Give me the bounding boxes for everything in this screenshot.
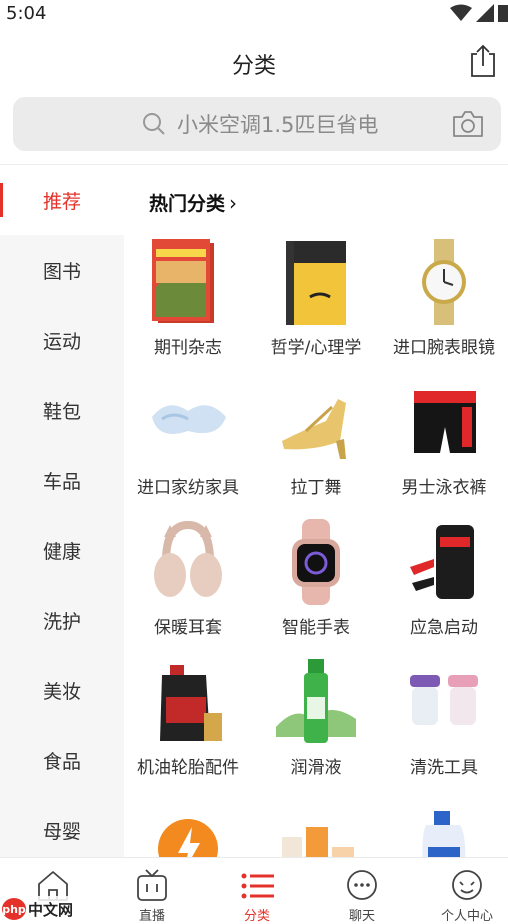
tab-label: 分类	[243, 909, 270, 924]
sidebar-item-label: 洗护	[42, 610, 81, 633]
tab-chat[interactable]: 聊天	[312, 858, 412, 924]
category-item[interactable]: 润滑液	[252, 653, 380, 793]
page-title: 分类	[231, 54, 276, 79]
pillow-icon	[148, 377, 228, 467]
category-item[interactable]: 机油轮胎配件	[124, 653, 252, 793]
category-content: 热门分类 › 期刊杂志 哲学/心理学 进口腕表眼镜 进口家纺家具 拉丁舞 男士泳…	[124, 165, 508, 857]
sidebar-item-sports[interactable]: 运动	[0, 305, 124, 375]
sidebar-item-label: 美妆	[42, 680, 81, 703]
category-label: 拉丁舞	[290, 478, 342, 498]
category-label: 哲学/心理学	[270, 338, 362, 358]
dance-shoe-icon	[276, 377, 356, 467]
earmuffs-icon	[148, 517, 228, 607]
status-time: 5:04	[6, 3, 47, 24]
sidebar-item-makeup[interactable]: 美妆	[0, 655, 124, 725]
magazine-icon	[148, 237, 228, 327]
status-bar: 5:04	[0, 0, 508, 26]
chat-icon	[347, 870, 377, 900]
book-icon	[276, 237, 356, 327]
battery-icon	[498, 5, 508, 22]
category-item[interactable]	[380, 793, 508, 857]
lubricant-icon	[276, 657, 356, 747]
category-label: 保暖耳套	[154, 618, 222, 638]
category-label: 男士泳衣裤	[401, 478, 487, 498]
jump-starter-icon	[404, 517, 484, 607]
watch-icon	[404, 237, 484, 327]
sidebar-item-label: 健康	[42, 540, 81, 563]
sidebar-item-recommend[interactable]: 推荐	[0, 165, 124, 235]
share-icon[interactable]	[466, 44, 500, 78]
skincare-icon	[276, 797, 356, 857]
watermark: php 中文网	[0, 896, 90, 922]
category-label: 期刊杂志	[154, 338, 222, 358]
category-item[interactable]: 进口腕表眼镜	[380, 233, 508, 373]
section-title[interactable]: 热门分类 ›	[149, 189, 237, 216]
sidebar-item-label: 图书	[42, 260, 81, 283]
tab-label: 个人中心	[440, 909, 493, 924]
sidebar-item-label: 推荐	[42, 190, 81, 213]
profile-icon	[452, 870, 482, 900]
tv-icon	[137, 869, 167, 901]
category-item[interactable]: 应急启动	[380, 513, 508, 653]
sidebar-item-label: 车品	[42, 470, 81, 493]
sidebar-item-label: 食品	[42, 750, 81, 773]
category-item[interactable]	[124, 793, 252, 857]
tab-profile[interactable]: 个人中心	[417, 858, 508, 924]
lightning-icon	[148, 797, 228, 857]
category-label: 进口腕表眼镜	[393, 338, 495, 358]
category-label: 智能手表	[282, 618, 350, 638]
sidebar-item-label: 运动	[42, 330, 81, 353]
sidebar-item-car[interactable]: 车品	[0, 445, 124, 515]
search-placeholder: 小米空调1.5匹巨省电	[177, 113, 379, 137]
watermark-text: 中文网	[28, 900, 74, 919]
search-icon	[143, 113, 165, 135]
search-bar[interactable]: 小米空调1.5匹巨省电	[13, 97, 501, 151]
signal-icon	[476, 4, 494, 22]
category-item[interactable]	[252, 793, 380, 857]
section-title-label: 热门分类	[149, 193, 226, 215]
watermark-logo: php	[2, 898, 26, 920]
category-item[interactable]: 智能手表	[252, 513, 380, 653]
category-item[interactable]: 男士泳衣裤	[380, 373, 508, 513]
motor-oil-icon	[148, 657, 228, 747]
tab-category[interactable]: 分类	[207, 858, 307, 924]
category-label: 应急启动	[410, 618, 478, 638]
category-item[interactable]: 期刊杂志	[124, 233, 252, 373]
wifi-icon	[450, 4, 472, 21]
sidebar-item-label: 鞋包	[42, 400, 81, 423]
category-item[interactable]: 清洗工具	[380, 653, 508, 793]
category-item[interactable]: 哲学/心理学	[252, 233, 380, 373]
tab-label: 聊天	[348, 909, 375, 924]
sidebar-item-care[interactable]: 洗护	[0, 585, 124, 655]
tab-label: 直播	[138, 909, 165, 924]
category-item[interactable]: 拉丁舞	[252, 373, 380, 513]
category-label: 润滑液	[290, 758, 342, 778]
list-icon	[241, 873, 274, 899]
status-icons	[450, 4, 508, 22]
tab-live[interactable]: 直播	[102, 858, 202, 924]
sidebar-item-shoes-bags[interactable]: 鞋包	[0, 375, 124, 445]
sidebar-item-label: 母婴	[42, 820, 81, 843]
category-label: 进口家纺家具	[137, 478, 239, 498]
category-label: 机油轮胎配件	[137, 758, 239, 778]
sidebar-item-health[interactable]: 健康	[0, 515, 124, 585]
camera-icon[interactable]	[451, 109, 485, 139]
detergent-icon	[404, 797, 484, 857]
category-item[interactable]: 进口家纺家具	[124, 373, 252, 513]
chevron-right-icon: ›	[229, 190, 238, 215]
category-sidebar[interactable]: 推荐 图书 运动 鞋包 车品 健康 洗护 美妆 食品 母婴	[0, 165, 124, 857]
sidebar-item-food[interactable]: 食品	[0, 725, 124, 795]
cleaning-case-icon	[404, 657, 484, 747]
swim-trunks-icon	[404, 377, 484, 467]
category-item[interactable]: 保暖耳套	[124, 513, 252, 653]
sidebar-item-baby[interactable]: 母婴	[0, 795, 124, 857]
smartwatch-icon	[276, 517, 356, 607]
sidebar-item-books[interactable]: 图书	[0, 235, 124, 305]
page-header: 分类	[0, 26, 508, 96]
category-label: 清洗工具	[410, 758, 478, 778]
